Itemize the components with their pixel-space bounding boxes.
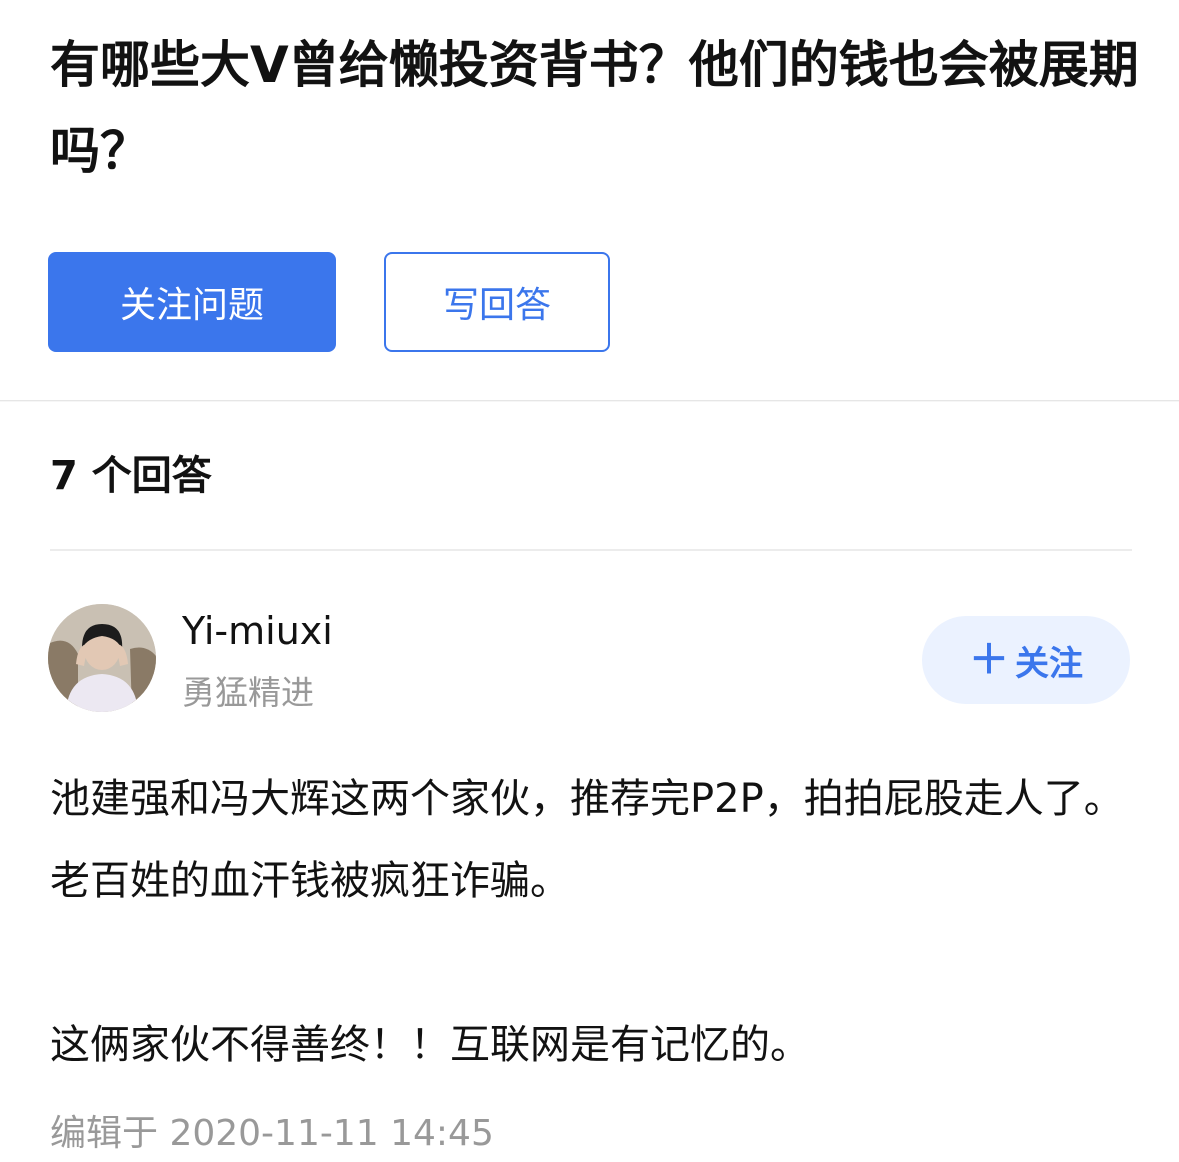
question-title[interactable]: 有哪些大V曾给懒投资背书？他们的钱也会被展期吗？ xyxy=(50,22,1140,194)
answer-content[interactable]: 池建强和冯大辉这两个家伙，推荐完P2P，拍拍屁股走人了。老百姓的血汗钱被疯狂诈骗… xyxy=(50,758,1140,1086)
divider xyxy=(50,549,1132,551)
avatar[interactable] xyxy=(48,604,156,712)
author-bio: 勇猛精进 xyxy=(182,673,314,712)
answer-paragraph: 这俩家伙不得善终！！互联网是有记忆的。 xyxy=(50,1022,810,1068)
answer-paragraph: 池建强和冯大辉这两个家伙，推荐完P2P，拍拍屁股走人了。老百姓的血汗钱被疯狂诈骗… xyxy=(50,776,1124,904)
follow-author-label: 关注 xyxy=(1015,643,1083,684)
plus-icon: ＋ xyxy=(969,637,1009,683)
edit-timestamp: 编辑于 2020-11-11 14:45 xyxy=(50,1113,494,1154)
answers-section: 7 个回答 Yi-miuxi 勇猛精进 ＋ 关注 池建强和冯大辉这两个家伙，推荐… xyxy=(0,402,1179,1162)
author-name[interactable]: Yi-miuxi xyxy=(182,606,333,656)
write-answer-button[interactable]: 写回答 xyxy=(384,252,610,352)
question-header: 有哪些大V曾给懒投资背书？他们的钱也会被展期吗？ 关注问题 写回答 xyxy=(0,0,1179,401)
answer-count: 7 个回答 xyxy=(50,453,212,499)
follow-question-button[interactable]: 关注问题 xyxy=(48,252,336,352)
follow-author-button[interactable]: ＋ 关注 xyxy=(922,616,1130,704)
avatar-photo-icon xyxy=(48,604,156,712)
